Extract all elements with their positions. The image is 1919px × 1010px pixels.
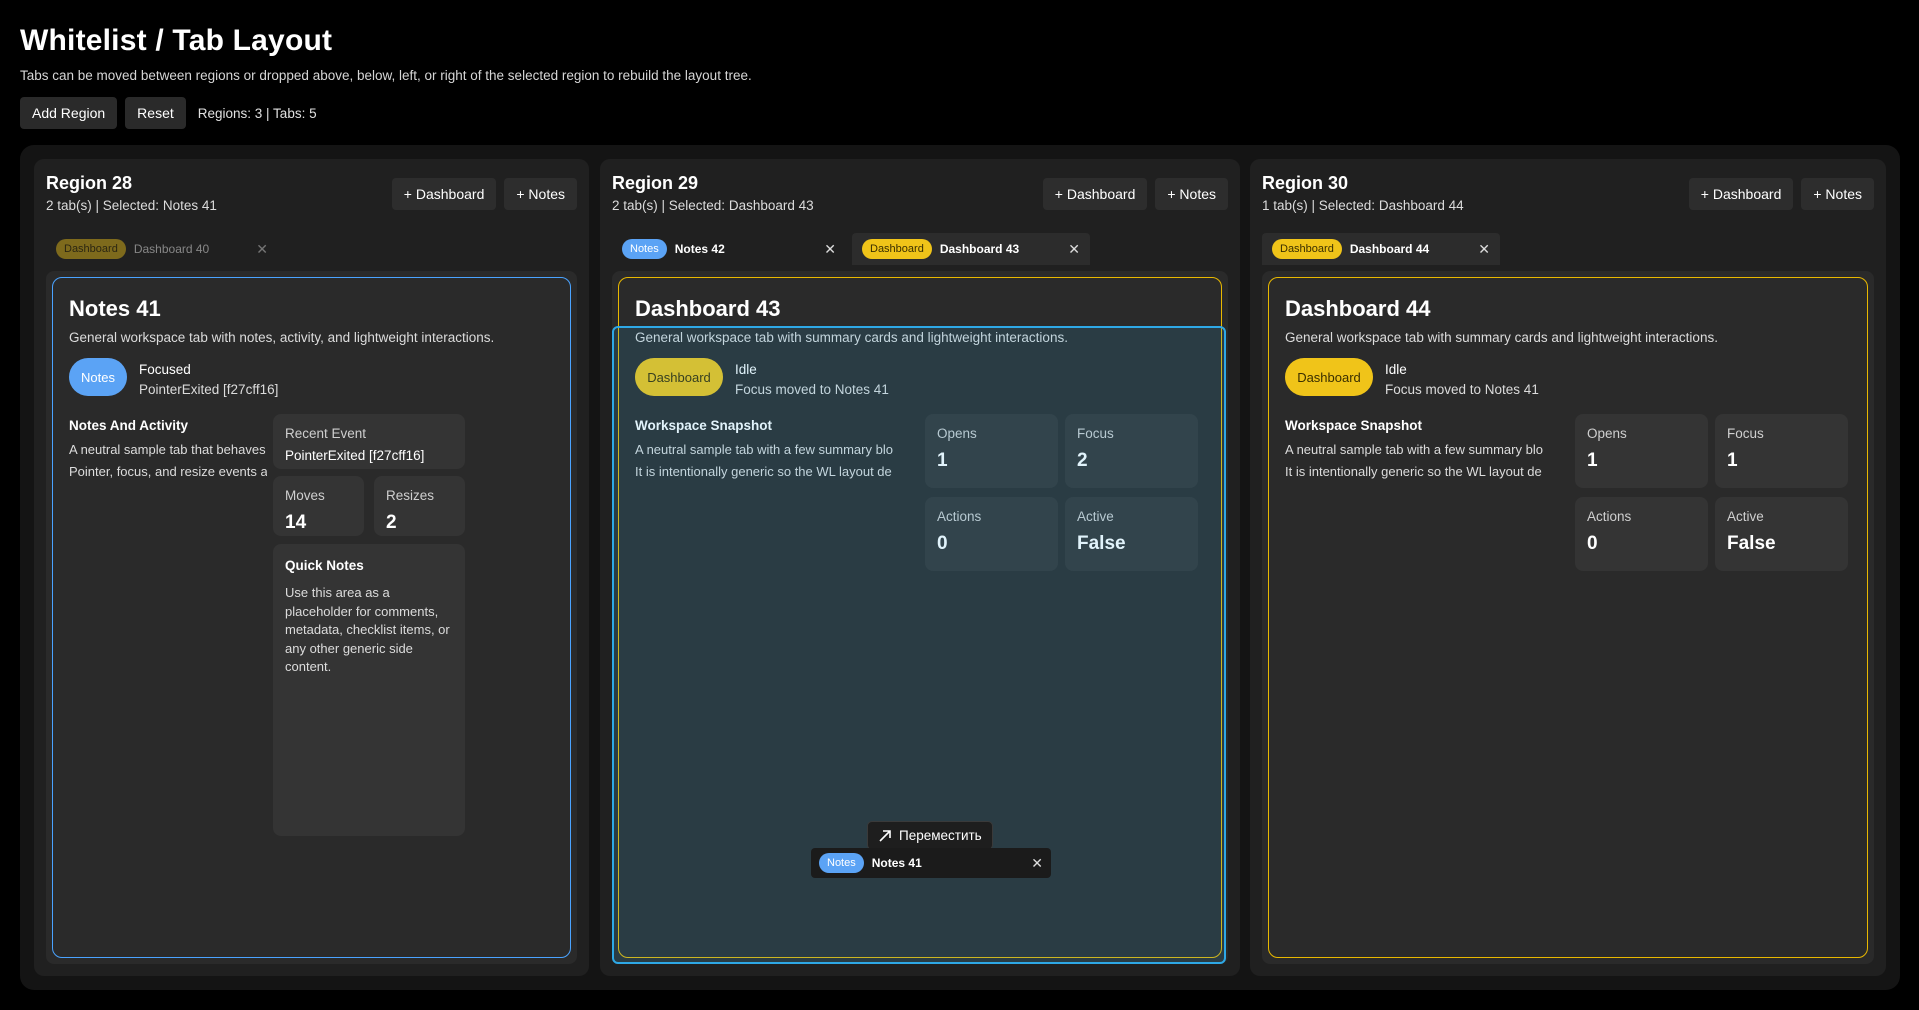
kind-badge: Dashboard: [1285, 358, 1373, 396]
status-state: Focused: [139, 362, 191, 377]
status-event: Focus moved to Notes 41: [1385, 382, 1539, 397]
close-icon[interactable]: ✕: [1058, 241, 1080, 258]
card-value: 1: [1727, 450, 1738, 471]
page-subtitle: Tabs can be moved between regions or dro…: [20, 68, 752, 83]
region-info: 1 tab(s) | Selected: Dashboard 44: [1262, 198, 1464, 213]
tab-kind-badge: Dashboard: [56, 239, 126, 259]
tab-label: Notes 42: [674, 242, 725, 256]
kind-badge: Notes: [69, 358, 127, 396]
status-event: PointerExited [f27cff16]: [139, 382, 279, 397]
tab-dashboard-43[interactable]: Dashboard Dashboard 43 ✕: [852, 233, 1090, 265]
region-content-area: Notes 41 General workspace tab with note…: [46, 271, 577, 964]
tab-dashboard-44[interactable]: Dashboard Dashboard 44 ✕: [1262, 233, 1500, 265]
dragged-tab-notes-41[interactable]: Notes Notes 41 ✕: [811, 848, 1051, 878]
close-icon[interactable]: ✕: [814, 241, 836, 258]
page-header: Whitelist / Tab Layout Tabs can be moved…: [20, 24, 752, 83]
content-title: Dashboard 44: [1285, 296, 1431, 321]
card-label: Opens: [1587, 426, 1627, 441]
region-title: Region 30: [1262, 173, 1349, 193]
add-dashboard-button[interactable]: + Dashboard: [1688, 178, 1794, 210]
section-title: Notes And Activity: [69, 418, 189, 433]
actions-card: Actions 0: [1575, 497, 1708, 571]
tab-kind-badge: Notes: [819, 853, 864, 873]
region-content-area: Dashboard 44 General workspace tab with …: [1262, 271, 1874, 964]
region-actions: + Dashboard + Notes: [391, 178, 577, 210]
add-notes-button[interactable]: + Notes: [504, 178, 577, 210]
region-title: Region 28: [46, 173, 133, 193]
section-line: It is intentionally generic so the WL la…: [1285, 464, 1542, 479]
region-tab-counts: Regions: 3 | Tabs: 5: [197, 105, 317, 121]
section-line: Pointer, focus, and resize events are st…: [69, 464, 267, 479]
section-line: A neutral sample tab that behaves like: [69, 442, 267, 457]
moves-card: Moves 14: [273, 476, 364, 536]
card-label: Resizes: [386, 488, 435, 503]
tab-strip: Dashboard Dashboard 44 ✕: [1262, 233, 1500, 265]
tab-content-dashboard-44: Dashboard 44 General workspace tab with …: [1268, 277, 1868, 958]
card-label: Actions: [1587, 509, 1632, 524]
tab-kind-badge: Dashboard: [1272, 239, 1342, 259]
region-28: Region 28 2 tab(s) | Selected: Notes 41 …: [34, 159, 589, 976]
active-card: Active False: [1715, 497, 1848, 571]
status-block: Focused PointerExited [f27cff16]: [139, 360, 278, 400]
region-actions: + Dashboard + Notes: [1042, 178, 1228, 210]
add-dashboard-button[interactable]: + Dashboard: [1042, 178, 1148, 210]
opens-card: Opens 1: [1575, 414, 1708, 488]
content-title: Notes 41: [69, 296, 161, 321]
quick-notes-body: Use this area as a placeholder for comme…: [285, 585, 450, 674]
quick-notes-card: Quick Notes Use this area as a placehold…: [273, 544, 465, 836]
content-description: General workspace tab with notes, activi…: [69, 330, 495, 345]
tab-strip: Notes Notes 42 ✕ Dashboard Dashboard 43 …: [612, 233, 1090, 265]
status-state: Idle: [1385, 362, 1407, 377]
tab-label: Dashboard 43: [939, 242, 1020, 256]
content-description: General workspace tab with summary cards…: [1285, 330, 1718, 345]
close-icon[interactable]: ✕: [1468, 241, 1490, 258]
add-notes-button[interactable]: + Notes: [1155, 178, 1228, 210]
status-block: Idle Focus moved to Notes 41: [1385, 360, 1539, 400]
add-notes-button[interactable]: + Notes: [1801, 178, 1874, 210]
tab-dashboard-40[interactable]: Dashboard Dashboard 40 ✕: [46, 233, 278, 265]
tab-label: Notes 41: [871, 856, 922, 870]
section-line: A neutral sample tab with a few summary …: [1285, 442, 1543, 457]
card-value: False: [1727, 533, 1776, 554]
card-value: 1: [1587, 450, 1598, 471]
region-30: Region 30 1 tab(s) | Selected: Dashboard…: [1250, 159, 1886, 976]
region-title: Region 29: [612, 173, 699, 193]
card-value: 0: [1587, 533, 1598, 554]
close-icon[interactable]: ✕: [1031, 855, 1043, 872]
region-info: 2 tab(s) | Selected: Notes 41: [46, 198, 217, 213]
tab-label: Dashboard 40: [133, 242, 210, 256]
recent-event-card: Recent Event PointerExited [f27cff16]: [273, 414, 465, 469]
tab-label: Dashboard 44: [1349, 242, 1430, 256]
tab-kind-badge: Dashboard: [862, 239, 932, 259]
card-value: PointerExited [f27cff16]: [285, 448, 425, 463]
card-value: 14: [285, 512, 307, 533]
tab-kind-badge: Notes: [622, 239, 667, 259]
add-region-button[interactable]: Add Region: [20, 97, 118, 129]
reset-button[interactable]: Reset: [125, 97, 186, 129]
resizes-card: Resizes 2: [374, 476, 465, 536]
move-tooltip: Переместить: [867, 821, 993, 850]
toolbar: Add Region Reset Regions: 3 | Tabs: 5: [20, 97, 317, 129]
page-title: Whitelist / Tab Layout: [20, 24, 333, 57]
region-info: 2 tab(s) | Selected: Dashboard 43: [612, 198, 814, 213]
close-icon[interactable]: ✕: [246, 241, 268, 258]
region-actions: + Dashboard + Notes: [1688, 178, 1874, 210]
quick-notes-title: Quick Notes: [285, 558, 364, 573]
section-title: Workspace Snapshot: [1285, 418, 1423, 433]
content-title: Dashboard 43: [635, 296, 781, 321]
card-label: Focus: [1727, 426, 1764, 441]
tab-content-notes-41: Notes 41 General workspace tab with note…: [52, 277, 571, 958]
add-dashboard-button[interactable]: + Dashboard: [391, 178, 497, 210]
card-label: Recent Event: [285, 426, 367, 441]
card-label: Moves: [285, 488, 325, 503]
tab-notes-42[interactable]: Notes Notes 42 ✕: [612, 233, 846, 265]
tooltip-label: Переместить: [899, 828, 982, 843]
card-label: Active: [1727, 509, 1764, 524]
tab-strip: Dashboard Dashboard 40 ✕: [46, 233, 278, 265]
focus-card: Focus 1: [1715, 414, 1848, 488]
move-arrow-icon: [879, 829, 891, 842]
card-value: 2: [386, 512, 397, 533]
